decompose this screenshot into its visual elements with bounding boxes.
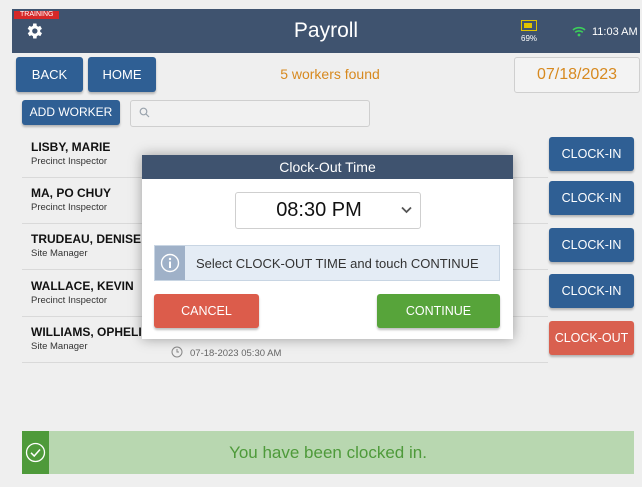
clock-in-time: 07-18-2023 05:30 AM: [171, 346, 282, 359]
dialog-title: Clock-Out Time: [142, 155, 513, 179]
back-button[interactable]: BACK: [16, 57, 83, 92]
clock-out-time-dialog: Clock-Out Time 08:30 PM Select CLOCK-OUT…: [142, 155, 513, 339]
battery-percent: 69%: [521, 34, 538, 43]
worker-name: MA, PO CHUY: [31, 186, 112, 200]
worker-role: Precinct Inspector: [31, 295, 108, 306]
worker-name: TRUDEAU, DENISE: [31, 232, 142, 246]
home-button[interactable]: HOME: [88, 57, 156, 92]
continue-button[interactable]: CONTINUE: [377, 294, 500, 328]
payroll-app: TRAINING Payroll 69% 11:03 AM BACK HOME …: [0, 0, 642, 487]
search-input[interactable]: [130, 100, 370, 127]
clock-icon: [171, 346, 183, 358]
add-worker-button[interactable]: ADD WORKER: [22, 100, 120, 125]
worker-role: Precinct Inspector: [31, 156, 108, 167]
clock-in-time-text: 07-18-2023 05:30 AM: [190, 348, 282, 359]
info-icon: [160, 253, 180, 273]
clock-time: 11:03 AM: [592, 26, 638, 38]
worker-name: LISBY, MARIE: [31, 140, 111, 154]
cancel-button[interactable]: CANCEL: [154, 294, 259, 328]
worker-role: Site Manager: [31, 341, 88, 352]
worker-role: Precinct Inspector: [31, 202, 108, 213]
selected-time: 08:30 PM: [276, 199, 362, 221]
search-icon: [139, 107, 150, 118]
chevron-down-icon: [401, 206, 412, 214]
worker-role: Site Manager: [31, 248, 88, 259]
date-field[interactable]: 07/18/2023: [514, 57, 640, 93]
clock-in-button[interactable]: CLOCK-IN: [549, 228, 634, 262]
worker-name: WILLIAMS, OPHELIA: [31, 325, 151, 339]
clock-in-button[interactable]: CLOCK-IN: [549, 181, 634, 215]
worker-name: WALLACE, KEVIN: [31, 279, 134, 293]
page-title: Payroll: [293, 19, 359, 42]
info-banner: Select CLOCK-OUT TIME and touch CONTINUE: [154, 245, 500, 281]
clock-out-time-select[interactable]: 08:30 PM: [235, 192, 421, 229]
info-icon-box: [155, 246, 185, 280]
wifi-icon: [572, 26, 586, 37]
clock-out-button[interactable]: CLOCK-OUT: [549, 321, 634, 355]
battery-icon: [521, 20, 537, 31]
info-text: Select CLOCK-OUT TIME and touch CONTINUE: [196, 256, 479, 271]
clock-in-button[interactable]: CLOCK-IN: [549, 137, 634, 171]
top-bar: TRAINING Payroll 69% 11:03 AM: [12, 9, 640, 53]
toast-message: You have been clocked in.: [229, 443, 427, 462]
workers-found-count: 5 workers found: [280, 66, 380, 82]
clock-in-button[interactable]: CLOCK-IN: [549, 274, 634, 308]
success-toast: You have been clocked in.: [22, 431, 634, 474]
